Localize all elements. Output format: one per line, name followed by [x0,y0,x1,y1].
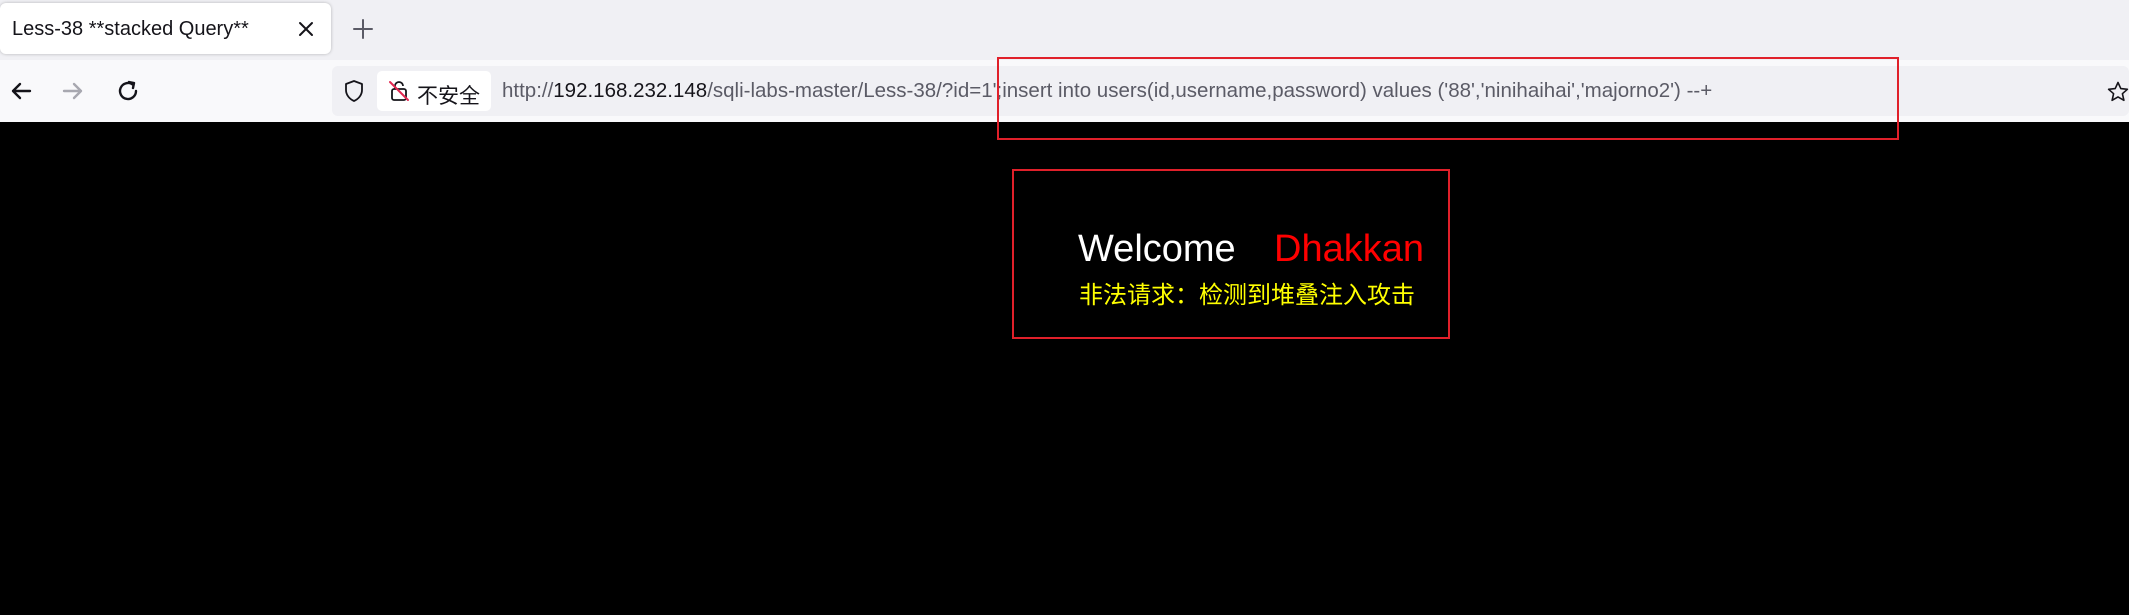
error-message: 非法请求：检测到堆叠注入攻击 [1079,282,1415,309]
reload-icon[interactable] [113,76,143,106]
tab-less-38[interactable]: Less-38 **stacked Query** [0,3,331,54]
shield-icon[interactable] [342,79,366,103]
url-prefix: http:// [502,79,554,102]
url-host: 192.168.232.148 [553,79,708,102]
tab-strip: Less-38 **stacked Query** [0,0,2129,60]
security-label: 不安全 [417,85,480,108]
plus-icon[interactable] [351,17,375,41]
star-icon[interactable] [2106,80,2129,104]
security-indicator[interactable]: 不安全 [377,71,491,111]
arrow-right-icon[interactable] [58,76,88,106]
url-highlight-annotation [997,57,1899,140]
insecure-lock-icon [387,79,411,103]
arrow-left-icon[interactable] [6,76,36,106]
close-icon[interactable] [296,19,316,39]
user-name: Dhakkan [1274,228,1424,270]
welcome-text: Welcome [1078,228,1236,270]
tab-title: Less-38 **stacked Query** [12,18,249,40]
